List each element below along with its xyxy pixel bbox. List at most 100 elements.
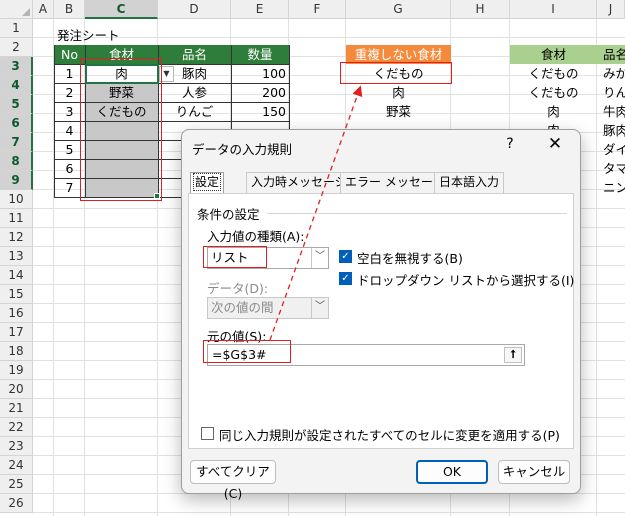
header-food[interactable]: 食材 [85, 45, 158, 64]
row-header[interactable]: 17 [0, 323, 33, 342]
master-item-cell[interactable]: りん [597, 83, 625, 102]
row-header[interactable]: 8 [0, 152, 33, 171]
column-header-b[interactable]: B [54, 0, 85, 19]
column-header-h[interactable]: H [451, 0, 510, 19]
master-header-food[interactable]: 食材 [510, 45, 597, 64]
row-header[interactable]: 6 [0, 114, 33, 133]
data-select-value: 次の値の間 [211, 300, 274, 315]
row-header[interactable]: 13 [0, 247, 33, 266]
tab-input-message[interactable]: 入力時メッセージ [246, 172, 352, 193]
chevron-down-icon[interactable]: ﹀ [311, 248, 328, 268]
cell-dropdown-button[interactable]: ▼ [159, 66, 174, 82]
cell-no[interactable]: 3 [54, 102, 85, 121]
fill-handle[interactable] [154, 193, 160, 199]
data-select[interactable]: 次の値の間 ﹀ [207, 297, 329, 319]
row-header[interactable]: 5 [0, 95, 33, 114]
row-header[interactable]: 15 [0, 285, 33, 304]
collapse-dialog-icon[interactable]: ⭡ [504, 347, 522, 363]
master-food-cell[interactable]: くだもの [510, 83, 597, 102]
row-header[interactable]: 9 [0, 171, 33, 190]
cancel-button[interactable]: キャンセル [498, 460, 570, 484]
cell-food[interactable]: くだもの [85, 102, 158, 121]
row-header[interactable]: 24 [0, 456, 33, 475]
row-header[interactable]: 25 [0, 475, 33, 494]
row-header[interactable]: 10 [0, 190, 33, 209]
column-header-c[interactable]: C [85, 0, 158, 19]
header-no[interactable]: No [54, 45, 85, 64]
row-header[interactable]: 18 [0, 342, 33, 361]
cell-food[interactable] [85, 140, 158, 159]
dropdown-label[interactable]: ドロップダウン リストから選択する(I) [357, 270, 574, 289]
master-item-cell[interactable]: タマネ [597, 159, 625, 178]
row-header[interactable]: 23 [0, 437, 33, 456]
master-food-cell[interactable]: 肉 [510, 102, 597, 121]
row-header[interactable]: 14 [0, 266, 33, 285]
apply-all-checkbox[interactable] [201, 427, 214, 440]
column-header-j[interactable]: J [597, 0, 625, 19]
cell-no[interactable]: 1 [54, 64, 85, 83]
row-header[interactable]: 7 [0, 133, 33, 152]
row-header[interactable]: 1 [0, 19, 33, 38]
row-header[interactable]: 2 [0, 38, 33, 57]
cell-qty[interactable]: 200 [231, 83, 289, 102]
cell-food[interactable] [85, 178, 158, 197]
column-header-d[interactable]: D [158, 0, 231, 19]
header-item[interactable]: 品名 [158, 45, 231, 64]
row-header[interactable]: 20 [0, 380, 33, 399]
master-item-cell[interactable]: 豚肉 [597, 121, 625, 140]
cell-food[interactable]: 野菜 [85, 83, 158, 102]
cell-food[interactable] [85, 121, 158, 140]
clear-all-button[interactable]: すべてクリア(C) [190, 460, 276, 501]
master-item-cell[interactable]: 牛肉 [597, 102, 625, 121]
row-header[interactable]: 16 [0, 304, 33, 323]
cell-item[interactable]: 人参 [158, 83, 231, 102]
ok-button[interactable]: OK [416, 460, 488, 484]
cell-no[interactable]: 4 [54, 121, 85, 140]
row-header[interactable]: 12 [0, 228, 33, 247]
chevron-down-icon[interactable]: ﹀ [311, 298, 328, 318]
master-item-cell[interactable]: みか [597, 64, 625, 83]
active-cell-c3[interactable] [85, 64, 159, 84]
row-header[interactable]: 4 [0, 76, 33, 95]
cell-item[interactable]: りんご [158, 102, 231, 121]
row-header[interactable]: 3 [0, 57, 33, 76]
close-icon[interactable]: ✕ [546, 134, 564, 154]
unique-item[interactable]: 野菜 [346, 102, 451, 121]
row-header[interactable]: 22 [0, 418, 33, 437]
cell-no[interactable]: 7 [54, 178, 85, 197]
row-header[interactable]: 26 [0, 494, 33, 513]
master-food-cell[interactable]: くだもの [510, 64, 597, 83]
help-icon[interactable]: ? [502, 136, 518, 152]
cell-no[interactable]: 5 [54, 140, 85, 159]
ignore-blank-label[interactable]: 空白を無視する(B) [357, 248, 463, 267]
column-header-a[interactable]: A [33, 0, 54, 19]
row-header[interactable]: 19 [0, 361, 33, 380]
tab-settings[interactable]: 設定 [190, 172, 225, 194]
tab-ime[interactable]: 日本語入力 [434, 172, 505, 193]
cell-qty[interactable]: 150 [231, 102, 289, 121]
apply-all-label[interactable]: 同じ入力規則が設定されたすべてのセルに変更を適用する(P) [219, 425, 560, 444]
unique-header[interactable]: 重複しない食材 [346, 45, 451, 64]
row-header[interactable]: 11 [0, 209, 33, 228]
master-header-item[interactable]: 品名 [597, 45, 625, 64]
column-header-f[interactable]: F [289, 0, 346, 19]
row-header[interactable]: 21 [0, 399, 33, 418]
select-all-corner[interactable] [0, 0, 33, 19]
cell-no[interactable]: 6 [54, 159, 85, 178]
column-header-e[interactable]: E [231, 0, 289, 19]
header-qty[interactable]: 数量 [231, 45, 289, 64]
source-input[interactable]: =$G$3# ⭡ [207, 344, 525, 366]
cell-no[interactable]: 2 [54, 83, 85, 102]
unique-item[interactable]: くだもの [346, 64, 451, 83]
sheet-title[interactable]: 発注シート [54, 26, 164, 45]
column-header-g[interactable]: G [346, 0, 451, 19]
ignore-blank-checkbox[interactable]: ✓ [339, 250, 352, 263]
dropdown-checkbox[interactable]: ✓ [339, 272, 352, 285]
master-item-cell[interactable]: ニンジ [597, 178, 625, 197]
cell-food[interactable] [85, 159, 158, 178]
unique-item[interactable]: 肉 [346, 83, 451, 102]
column-header-i[interactable]: I [510, 0, 597, 19]
master-item-cell[interactable]: ダイコ [597, 140, 625, 159]
allow-select[interactable]: リスト ﹀ [207, 247, 329, 269]
cell-qty[interactable]: 100 [231, 64, 289, 83]
